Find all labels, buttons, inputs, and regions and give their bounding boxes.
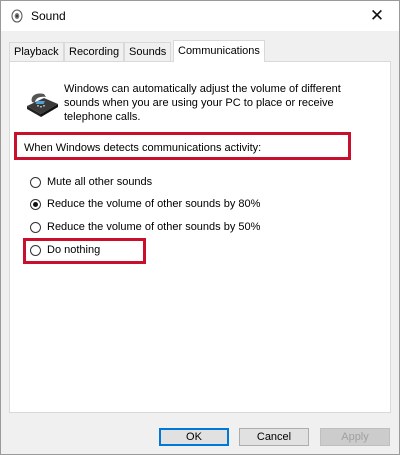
close-button[interactable]: ✕ [355, 1, 399, 31]
tab-communications[interactable]: Communications [173, 40, 265, 62]
tab-playback[interactable]: Playback [9, 42, 64, 61]
option-label: Reduce the volume of other sounds by 50% [47, 221, 261, 233]
window-title: Sound [31, 9, 66, 23]
option-reduce-80[interactable]: Reduce the volume of other sounds by 80% [30, 198, 260, 210]
apply-button[interactable]: Apply [320, 428, 390, 446]
speaker-icon [11, 9, 23, 23]
sound-dialog: Sound ✕ Playback Recording Sounds Commun… [0, 0, 400, 455]
tab-sounds[interactable]: Sounds [124, 42, 172, 61]
activity-group-label: When Windows detects communications acti… [24, 142, 262, 154]
option-label: Reduce the volume of other sounds by 80% [47, 198, 261, 210]
radio-button[interactable] [30, 176, 41, 188]
radio-button-selected[interactable] [30, 198, 41, 210]
option-mute-all[interactable]: Mute all other sounds [30, 176, 152, 188]
option-label: Do nothing [47, 244, 101, 256]
radio-button[interactable] [30, 244, 41, 256]
cancel-button[interactable]: Cancel [239, 428, 309, 446]
tab-recording[interactable]: Recording [64, 42, 125, 61]
communications-description: Windows can automatically adjust the vol… [64, 83, 341, 123]
radio-button[interactable] [30, 221, 41, 233]
communications-panel: Windows can automatically adjust the vol… [9, 61, 391, 413]
ok-button[interactable]: OK [159, 428, 229, 446]
option-reduce-50[interactable]: Reduce the volume of other sounds by 50% [30, 221, 260, 233]
close-icon: ✕ [369, 6, 385, 25]
option-label: Mute all other sounds [47, 176, 153, 188]
title-bar: Sound ✕ [1, 1, 399, 31]
telephone-icon [27, 93, 58, 117]
dialog-footer: OK Cancel Apply [1, 421, 399, 454]
option-do-nothing[interactable]: Do nothing [30, 244, 100, 256]
